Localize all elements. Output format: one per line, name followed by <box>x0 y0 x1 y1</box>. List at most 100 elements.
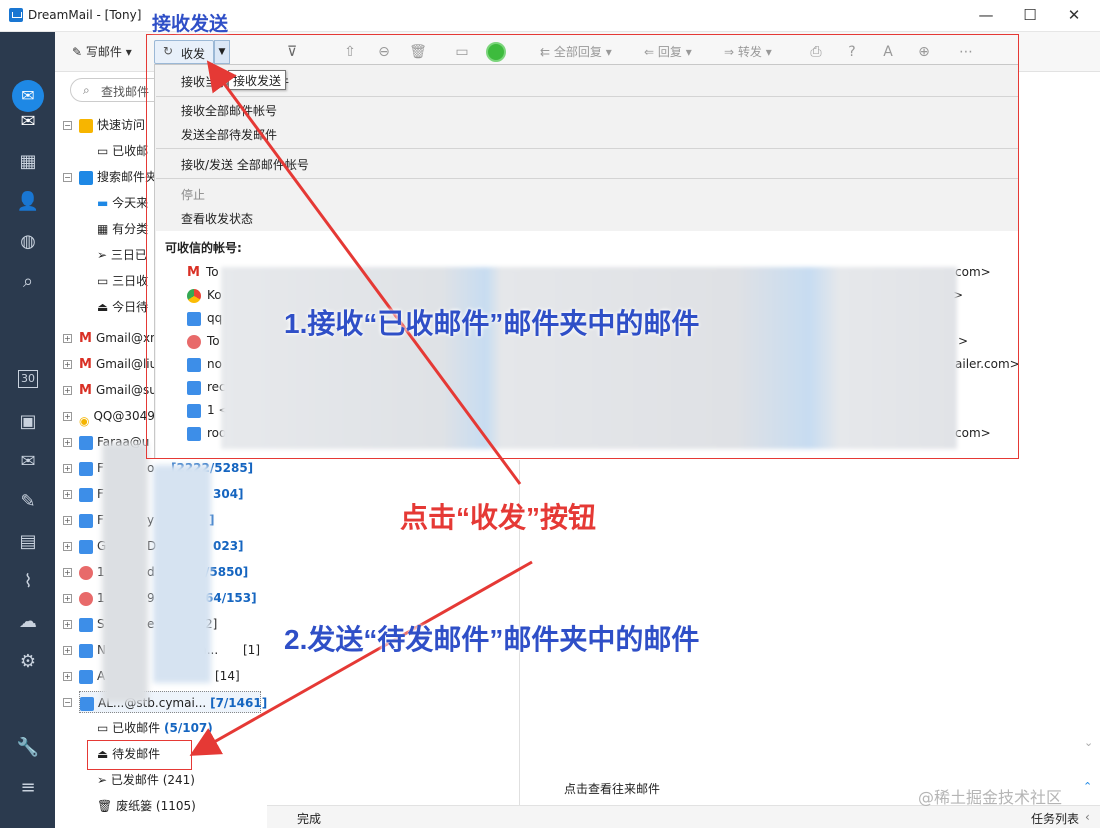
pen-icon[interactable]: ✎ <box>14 490 42 514</box>
count: (241) <box>162 773 195 787</box>
person-icon <box>79 513 93 528</box>
blurred-region <box>102 443 148 703</box>
maximize-button[interactable]: ☐ <box>1010 4 1050 26</box>
tree-item-categorized[interactable]: ▦ 有分类 <box>97 218 148 240</box>
label: 今日待 <box>112 300 149 314</box>
unread-count: [1] <box>243 643 260 657</box>
scroll-down-icon[interactable]: ⌄ <box>1084 736 1093 749</box>
label: 已收邮件 <box>112 721 161 735</box>
tree-item-quick-access[interactable]: 快速访问 <box>79 114 145 136</box>
contacts-icon[interactable]: 👤 <box>14 190 42 214</box>
expander[interactable]: + <box>63 412 72 421</box>
status-text: 完成 <box>297 812 322 826</box>
expander[interactable]: + <box>63 386 72 395</box>
gmail-icon: M <box>79 356 92 372</box>
unread-count: (5/107) <box>164 721 213 735</box>
account-icon <box>79 591 93 606</box>
expander[interactable]: − <box>63 121 72 130</box>
status-bar: 完成 任务列表 ‹ <box>267 805 1100 828</box>
send-icon: ➢ <box>97 773 111 787</box>
person-icon <box>79 461 93 476</box>
mailbox-icon: ▭ <box>97 721 113 735</box>
unread-count: [14] <box>215 669 240 683</box>
close-button[interactable]: ✕ <box>1054 4 1094 26</box>
address-book-icon[interactable]: ▣ <box>14 410 42 434</box>
annotation-box-outbox <box>87 740 192 770</box>
label: 废纸篓 <box>116 799 153 813</box>
task-list-button[interactable]: 任务列表 <box>1031 810 1079 827</box>
unread-count: 023] <box>213 539 244 553</box>
expander[interactable]: + <box>63 490 72 499</box>
annotation-box-menu <box>146 34 1019 459</box>
expander[interactable]: − <box>63 173 72 182</box>
tree-item-three-days-sent[interactable]: ➢ 三日已 <box>97 244 147 266</box>
tree-item-sent[interactable]: ➢ 已发邮件 (241) <box>97 769 195 791</box>
expander[interactable]: + <box>63 646 72 655</box>
calendar-grid-icon[interactable]: ▦ <box>14 150 42 174</box>
qq-icon: ◉ <box>79 413 90 428</box>
notes-icon[interactable]: ▤ <box>14 530 42 554</box>
person-icon <box>79 487 93 502</box>
label: 快速访问 <box>97 118 146 132</box>
person-icon <box>79 643 93 658</box>
mail-edit-icon[interactable]: ✉ <box>14 450 42 474</box>
menu-icon[interactable]: ≡ <box>14 776 42 800</box>
cloud-icon[interactable]: ☁ <box>14 610 42 634</box>
mail-icon[interactable]: ✉ <box>14 110 42 134</box>
expander[interactable]: + <box>63 464 72 473</box>
tree-item-qq[interactable]: ◉ QQ@3049 <box>79 405 155 428</box>
watermark: @稀土掘金技术社区 <box>918 788 1063 807</box>
tree-item-inbox-short[interactable]: ▭ 已收邮 <box>97 140 148 162</box>
account-icon <box>79 565 93 580</box>
expander[interactable]: + <box>63 568 72 577</box>
annotation-step-2: 2.发送“待发邮件”邮件夹中的邮件 <box>284 624 700 655</box>
wrench-icon[interactable]: 🔧 <box>14 736 42 760</box>
tree-item-three-days-recv[interactable]: ▭ 三日收 <box>97 270 148 292</box>
unread-count: 304] <box>213 487 244 501</box>
star-icon <box>79 118 93 133</box>
logo-icon[interactable]: ✉ <box>12 80 44 112</box>
expander[interactable]: + <box>63 542 72 551</box>
unread-count: /5850] <box>205 565 249 579</box>
label: 今天来 <box>112 196 149 210</box>
label: 已发邮件 <box>110 773 159 787</box>
tree-item-inbox[interactable]: ▭ 已收邮件 (5/107) <box>97 717 213 739</box>
search-icon[interactable]: ⌕ <box>14 270 42 294</box>
attachment-icon[interactable]: ⌇ <box>14 570 42 594</box>
compose-label: 写邮件 <box>85 45 122 59</box>
search-input[interactable]: 查找邮件 <box>101 83 149 100</box>
gear-icon[interactable]: ⚙ <box>14 650 42 674</box>
expander[interactable]: + <box>63 360 72 369</box>
tree-item-trash[interactable]: 🗑 废纸篓 (1105) <box>97 795 196 817</box>
tree-item-today-pending[interactable]: ⏏ 今日待 <box>97 296 148 318</box>
gmail-icon: M <box>79 330 92 346</box>
view-correspondence-link[interactable]: 点击查看往来邮件 <box>564 780 660 797</box>
person-icon <box>79 617 93 632</box>
collapse-up-icon[interactable]: ⌃ <box>1083 780 1092 793</box>
tree-item-today[interactable]: ▬ 今天来 <box>97 192 148 214</box>
blurred-region <box>153 465 211 683</box>
expander[interactable]: − <box>63 698 72 707</box>
trash-icon: 🗑 <box>97 799 117 813</box>
globe-icon[interactable]: ◍ <box>14 230 42 254</box>
chevron-left-icon[interactable]: ‹ <box>1085 810 1090 824</box>
expander[interactable]: + <box>63 516 72 525</box>
minimize-button[interactable]: — <box>966 4 1006 26</box>
compose-button[interactable]: ✎ 写邮件 ▾ <box>72 42 132 62</box>
label: 三日已 <box>110 248 147 262</box>
expander[interactable]: + <box>63 620 72 629</box>
left-sidebar: ✉ ✉ ▦ 👤 ◍ ⌕ 30 ▣ ✉ ✎ ▤ ⌇ ☁ ⚙ 🔧 ≡ <box>0 32 55 828</box>
expander[interactable]: + <box>63 438 72 447</box>
unread-count: 64/153] <box>205 591 257 605</box>
search-icon: ⌕ <box>83 83 90 97</box>
search-folder-icon <box>79 170 93 185</box>
window-title: DreamMail - [Tony] <box>28 8 142 22</box>
expander[interactable]: + <box>63 594 72 603</box>
app-logo-icon <box>9 8 23 22</box>
send-icon: ➢ <box>97 248 111 262</box>
calendar-30-icon[interactable]: 30 <box>18 370 38 388</box>
expander[interactable]: + <box>63 334 72 343</box>
mailbox-icon: ▭ <box>97 274 113 288</box>
expander[interactable]: + <box>63 672 72 681</box>
count: (1105) <box>155 799 196 813</box>
